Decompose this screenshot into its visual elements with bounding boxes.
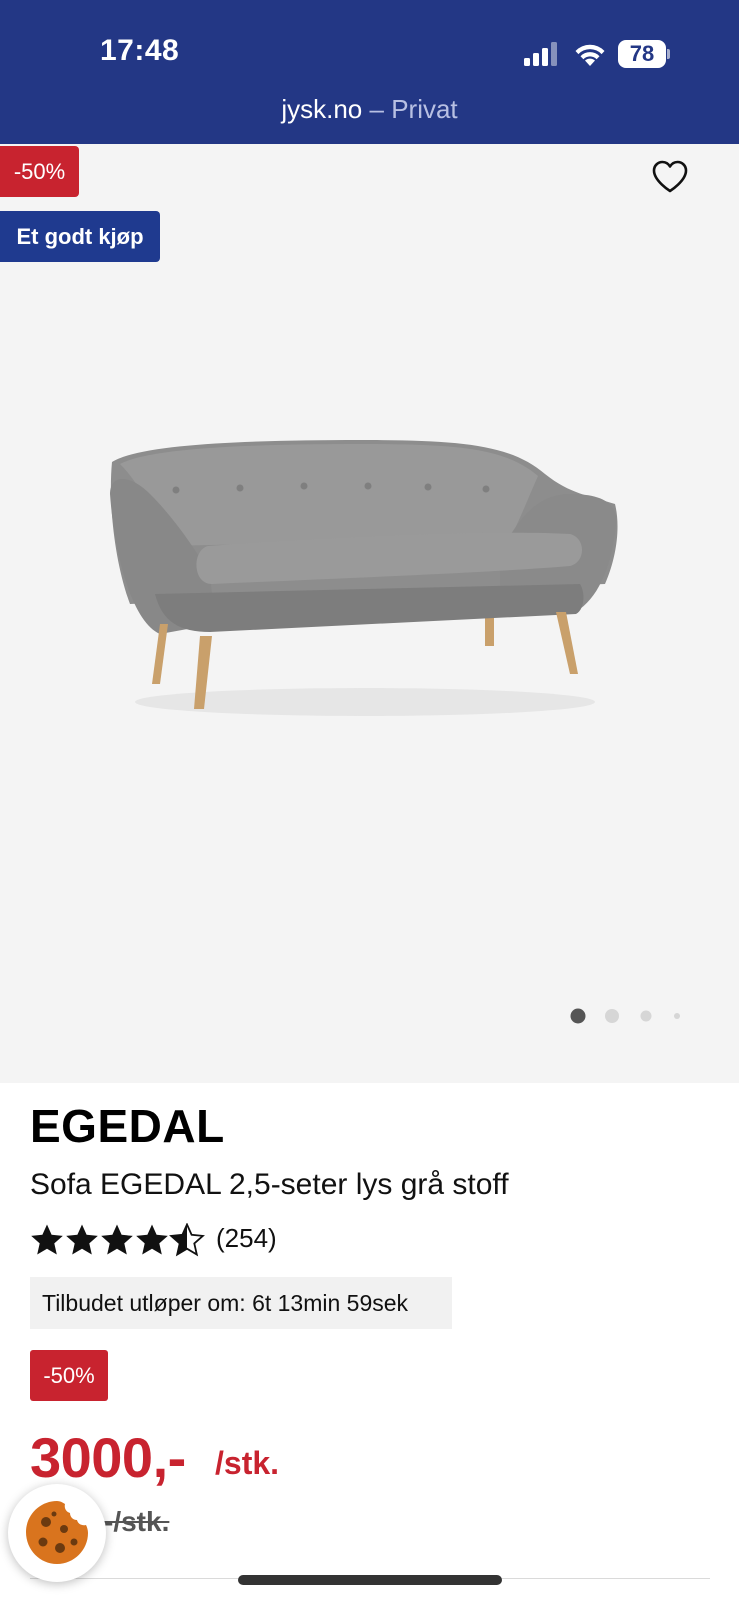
price-unit: /stk.: [215, 1445, 280, 1481]
sofa-leg-front-right: [556, 612, 578, 674]
discount-badge: -50%: [0, 146, 79, 197]
cellular-signal-icon: [524, 42, 557, 66]
url-mode: Privat: [391, 94, 458, 124]
battery-indicator: 78: [618, 40, 670, 68]
wifi-icon: [575, 44, 605, 66]
price-discount-badge: -50%: [30, 1350, 108, 1401]
battery-level: 78: [629, 41, 655, 66]
pagination-dot[interactable]: [674, 1013, 680, 1019]
star-icon: [66, 1224, 98, 1255]
pagination-dot[interactable]: [640, 1010, 652, 1022]
review-count[interactable]: (254): [216, 1223, 277, 1254]
status-bar: 17:48 78 jysk.no – Privat: [0, 0, 739, 144]
battery-tip: [667, 49, 670, 59]
url-separator: –: [362, 94, 392, 124]
product-title: Sofa EGEDAL 2,5-seter lys grå stoff: [30, 1168, 509, 1201]
sofa-leg-back-right: [485, 614, 494, 646]
offer-countdown: Tilbudet utløper om: 6t 13min 59sek: [30, 1277, 452, 1329]
url-bar[interactable]: jysk.no – Privat: [0, 94, 739, 125]
product-info: EGEDAL Sofa EGEDAL 2,5-seter lys grå sto…: [0, 1083, 739, 1600]
product-gallery[interactable]: -50% Et godt kjøp: [0, 144, 739, 1083]
star-icon: [101, 1224, 133, 1255]
heart-outline-icon[interactable]: [649, 156, 691, 198]
product-image[interactable]: [100, 434, 640, 724]
product-brand: EGEDAL: [30, 1100, 225, 1152]
deal-badge: Et godt kjøp: [0, 211, 160, 262]
star-icon: [136, 1224, 168, 1255]
url-domain: jysk.no: [281, 94, 363, 124]
star-half-icon: [170, 1223, 204, 1256]
sofa-leg-front-left: [152, 624, 168, 684]
sofa-back-cushion: [120, 444, 538, 546]
cookie-icon: [26, 1501, 88, 1564]
rating-stars[interactable]: [30, 1223, 206, 1257]
pagination-dot-active[interactable]: [570, 1008, 586, 1024]
home-indicator[interactable]: [238, 1575, 502, 1585]
product-price: 3000,-: [30, 1426, 186, 1489]
star-icon: [31, 1224, 63, 1255]
status-time: 17:48: [100, 34, 180, 67]
pagination-dot[interactable]: [605, 1009, 619, 1023]
cookie-settings-button[interactable]: [8, 1484, 106, 1582]
gallery-pagination[interactable]: [570, 1006, 690, 1026]
old-price: -/stk.: [104, 1506, 170, 1537]
